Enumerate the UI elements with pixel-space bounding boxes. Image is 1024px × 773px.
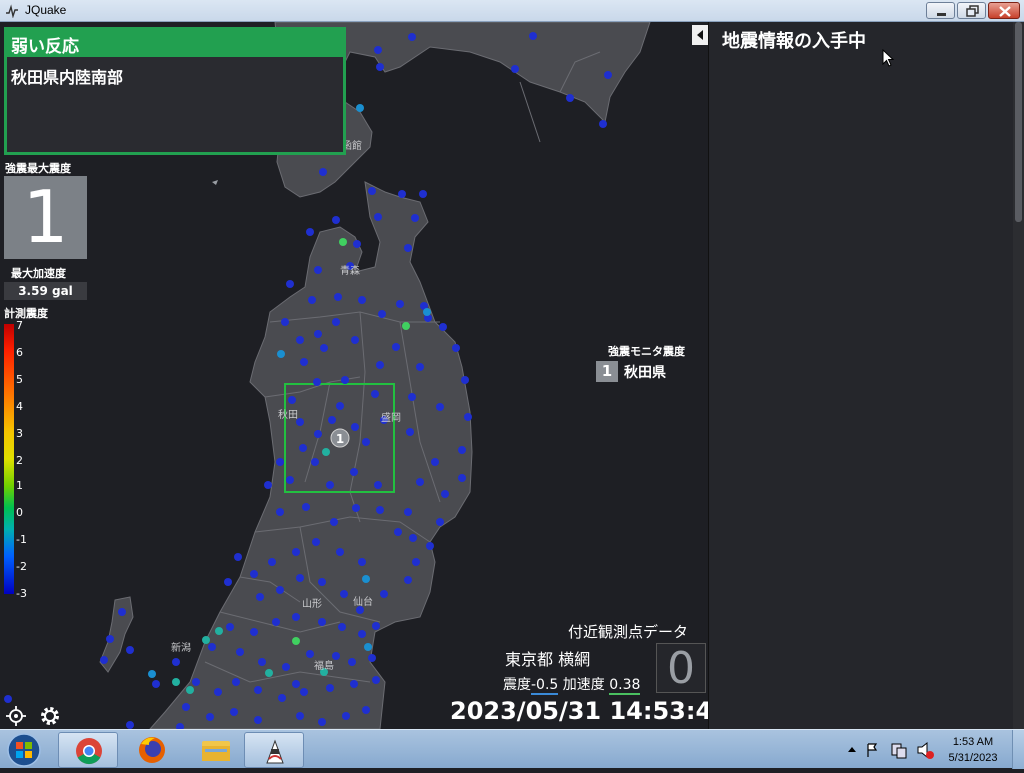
info-panel xyxy=(708,22,1013,729)
locate-button[interactable] xyxy=(4,704,28,728)
nearby-values: 震度-0.5 加速度 0.38 xyxy=(503,674,641,695)
start-button[interactable] xyxy=(4,732,44,768)
settings-button[interactable] xyxy=(38,704,62,728)
firefox-icon xyxy=(139,737,165,763)
max-intensity-value: 1 xyxy=(4,176,87,259)
scale-tick: 6 xyxy=(16,346,23,359)
max-acceleration-label: 最大加速度 xyxy=(11,267,66,280)
alert-level: 弱い反応 xyxy=(7,30,343,57)
nearby-intensity-label: 震度 xyxy=(503,677,531,693)
system-tray[interactable] xyxy=(842,730,938,769)
monitor-prefecture: 秋田県 xyxy=(624,365,666,381)
scale-tick: -1 xyxy=(16,533,27,546)
nearby-intensity-value: -0.5 xyxy=(531,677,559,695)
taskbar-clock[interactable]: 1:53 AM 5/31/2023 xyxy=(940,734,1006,766)
scale-tick: 3 xyxy=(16,427,23,440)
show-desktop-button[interactable] xyxy=(1012,730,1024,769)
action-center-flag-icon xyxy=(867,743,878,757)
network-icon xyxy=(896,747,907,759)
max-acceleration-value: 3.59 gal xyxy=(4,282,87,300)
city-label: 仙台 xyxy=(353,597,373,608)
scale-tick: 7 xyxy=(16,319,23,332)
nearby-title: 付近観測点データ xyxy=(568,623,689,641)
scale-tick: 1 xyxy=(16,479,23,492)
clock-time: 1:53 AM xyxy=(952,736,994,748)
city-label: 秋田 xyxy=(278,410,298,421)
scrollbar-thumb[interactable] xyxy=(1015,22,1022,222)
gear-icon xyxy=(41,707,59,725)
window-titlebar: JQuake xyxy=(0,0,1024,22)
windows-start-icon xyxy=(7,733,41,767)
intensity-color-scale xyxy=(4,324,14,594)
taskbar-chrome[interactable] xyxy=(58,732,118,768)
crosshair-icon xyxy=(6,706,26,726)
clock-date: 5/31/2023 xyxy=(948,752,998,764)
nearby-station: 東京都 横網 xyxy=(505,650,591,669)
app-icon xyxy=(6,4,18,18)
volume-icon xyxy=(917,741,928,759)
alert-region: 秋田県内陸南部 xyxy=(11,68,124,87)
city-label: 新潟 xyxy=(171,643,191,654)
scale-tick: 4 xyxy=(16,400,23,413)
monitor-intensity-badge: 1 xyxy=(596,361,618,382)
scale-tick: 0 xyxy=(16,506,23,519)
monitor-title: 強震モニタ震度 xyxy=(608,345,685,358)
nearby-accel-label: 加速度 xyxy=(562,677,605,693)
chrome-icon xyxy=(76,738,102,765)
scale-tick: 5 xyxy=(16,373,23,386)
alert-panel: 弱い反応 秋田県内陸南部 xyxy=(4,27,346,155)
nearby-accel-value: 0.38 xyxy=(609,677,641,695)
mouse-cursor-icon xyxy=(882,49,895,67)
max-intensity-label: 強震最大震度 xyxy=(5,162,71,175)
current-datetime: 2023/05/31 14:53:47 xyxy=(450,697,729,725)
nearby-intensity-display: 0 xyxy=(656,643,706,694)
close-button[interactable] xyxy=(988,2,1020,19)
scale-label: 計測震度 xyxy=(4,307,48,320)
city-label: 山形 xyxy=(302,599,322,610)
info-panel-title: 地震情報の入手中 xyxy=(722,31,866,52)
java-icon xyxy=(266,739,284,764)
chevron-left-icon xyxy=(697,30,703,40)
scale-tick: -3 xyxy=(16,587,27,600)
collapse-panel-button[interactable] xyxy=(692,25,708,45)
taskbar-file-explorer[interactable] xyxy=(186,732,246,768)
window-title: JQuake xyxy=(25,3,67,17)
taskbar: 1:53 AM 5/31/2023 xyxy=(0,729,1024,769)
tray-expand-icon xyxy=(848,747,856,752)
city-label: 青森 xyxy=(340,266,360,277)
city-label: 福島 xyxy=(314,661,334,672)
epicenter-marker-label: 1 xyxy=(336,432,344,446)
minimize-button[interactable] xyxy=(926,2,955,19)
scale-tick: 2 xyxy=(16,454,23,467)
taskbar-jquake[interactable] xyxy=(244,732,304,768)
taskbar-firefox[interactable] xyxy=(122,732,182,768)
city-label: 盛岡 xyxy=(381,413,401,424)
restore-button[interactable] xyxy=(957,2,986,19)
folder-icon xyxy=(202,741,230,761)
scale-tick: -2 xyxy=(16,560,27,573)
